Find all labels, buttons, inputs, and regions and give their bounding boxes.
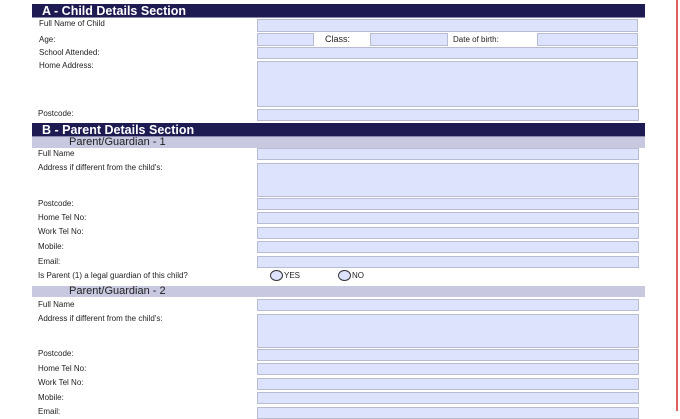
child-postcode-input[interactable] (257, 109, 639, 121)
pg1-work-tel-label: Work Tel No: (38, 227, 84, 236)
page-edge (676, 0, 678, 411)
pg2-mobile-input[interactable] (257, 392, 639, 404)
pg1-postcode-input[interactable] (257, 198, 639, 210)
pg2-home-tel-label: Home Tel No: (38, 364, 87, 373)
pg2-postcode-input[interactable] (257, 349, 639, 361)
age-label: Age: (39, 35, 56, 44)
pg2-work-tel-input[interactable] (257, 378, 639, 390)
pg1-legal-no-radio[interactable] (338, 270, 351, 281)
pg1-legal-no-label: NO (352, 271, 364, 280)
pg1-mobile-input[interactable] (257, 241, 639, 253)
child-name-label: Full Name of Child (39, 19, 105, 28)
home-address-label: Home Address: (39, 61, 94, 70)
dob-label: Date of birth: (453, 35, 499, 44)
pg1-mobile-label: Mobile: (38, 242, 64, 251)
pg1-legal-yes-radio[interactable] (270, 270, 283, 281)
pg1-home-tel-label: Home Tel No: (38, 213, 87, 222)
pg1-work-tel-input[interactable] (257, 227, 639, 239)
pg2-address-label: Address if different from the child's: (38, 314, 163, 323)
pg1-name-input[interactable] (257, 148, 639, 160)
pg1-legal-yes-label: YES (284, 271, 301, 280)
pg1-email-label: Email: (38, 257, 61, 266)
pg1-home-tel-input[interactable] (257, 212, 639, 224)
pg1-legal-question: Is Parent (1) a legal guardian of this c… (38, 271, 188, 280)
pg2-name-label: Full Name (38, 300, 75, 309)
age-input[interactable] (257, 33, 314, 46)
pg2-email-label: Email: (38, 407, 61, 416)
pg2-home-tel-input[interactable] (257, 363, 639, 375)
pg2-mobile-label: Mobile: (38, 393, 64, 402)
home-address-input[interactable] (257, 61, 638, 107)
pg2-postcode-label: Postcode: (38, 349, 74, 358)
class-label: Class: (325, 34, 351, 44)
child-name-input[interactable] (257, 19, 638, 32)
pg2-work-tel-label: Work Tel No: (38, 378, 84, 387)
pg1-name-label: Full Name (38, 149, 75, 158)
pg1-header: Parent/Guardian - 1 (32, 137, 645, 148)
pg2-header: Parent/Guardian - 2 (32, 286, 645, 297)
pg2-email-input[interactable] (257, 407, 639, 419)
school-input[interactable] (257, 47, 638, 59)
pg1-address-input[interactable] (257, 163, 639, 197)
pg1-postcode-label: Postcode: (38, 199, 74, 208)
class-input[interactable] (370, 33, 448, 46)
pg2-address-input[interactable] (257, 314, 639, 348)
school-label: School Attended: (39, 48, 100, 57)
pg1-email-input[interactable] (257, 256, 639, 268)
section-b-header: B - Parent Details Section (32, 123, 645, 137)
pg1-address-label: Address if different from the child's: (38, 163, 163, 172)
child-postcode-label: Postcode: (38, 109, 74, 118)
section-a-header: A - Child Details Section (32, 4, 645, 18)
dob-input[interactable] (537, 33, 638, 46)
pg2-name-input[interactable] (257, 299, 639, 311)
